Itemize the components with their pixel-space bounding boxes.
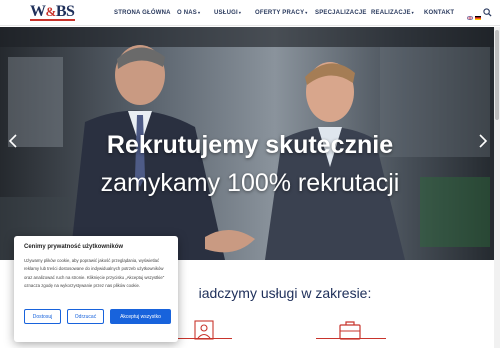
chevron-down-icon: ▾ [411,10,414,15]
customize-button[interactable]: Dostosuj [24,309,61,324]
logo-amp: & [45,4,57,19]
logo-w: W [30,3,46,20]
cookie-title: Cenimy prywatność użytkowników [24,244,124,250]
site-header: W&BS STRONA GŁÓWNA O NAS▾ USŁUGI▾ OFERTY… [0,0,500,26]
logo-bs: BS [55,3,75,20]
nav-item-jobs[interactable]: OFERTY PRACY▾ [255,10,308,16]
reject-button[interactable]: Odrzucać [67,309,104,324]
german-flag-icon[interactable] [475,16,481,20]
service-divider [176,338,232,339]
hero-slider: Rekrutujemy skutecznie zamykamy 100% rek… [0,27,500,260]
nav-item-home[interactable]: STRONA GŁÓWNA [114,10,171,16]
nav-item-projects[interactable]: REALIZACJE▾ [371,10,414,16]
scrollbar-thumb[interactable] [495,30,499,120]
service-divider [316,338,386,339]
nav-item-contact[interactable]: KONTAKT [424,10,454,16]
logo-underline [30,19,75,21]
hero-title-line1: Rekrutujemy skutecznie [106,131,394,159]
english-flag-icon[interactable] [467,16,473,20]
cookie-buttons: Dostosuj Odrzucać Akceptuj wszystko [24,309,171,324]
hero-title-line2: zamykamy 100% rekrutacji [100,169,400,197]
chevron-right-icon[interactable] [478,133,488,149]
nav-item-specializations[interactable]: SPECJALIZACJE [315,10,367,16]
chevron-left-icon[interactable] [8,133,18,149]
search-icon[interactable] [483,8,492,17]
cookie-consent-dialog: Cenimy prywatność użytkowników Używamy p… [14,236,178,342]
cookie-text: Używamy plików cookie, aby poprawić jako… [24,258,165,288]
chevron-down-icon: ▾ [198,10,201,15]
accept-all-button[interactable]: Akceptuj wszystko [110,309,171,324]
chevron-down-icon: ▾ [305,10,308,15]
nav-item-about[interactable]: O NAS▾ [177,10,200,16]
chevron-down-icon: ▾ [238,10,242,15]
nav-item-services[interactable]: USŁUGI▾ [214,10,241,16]
